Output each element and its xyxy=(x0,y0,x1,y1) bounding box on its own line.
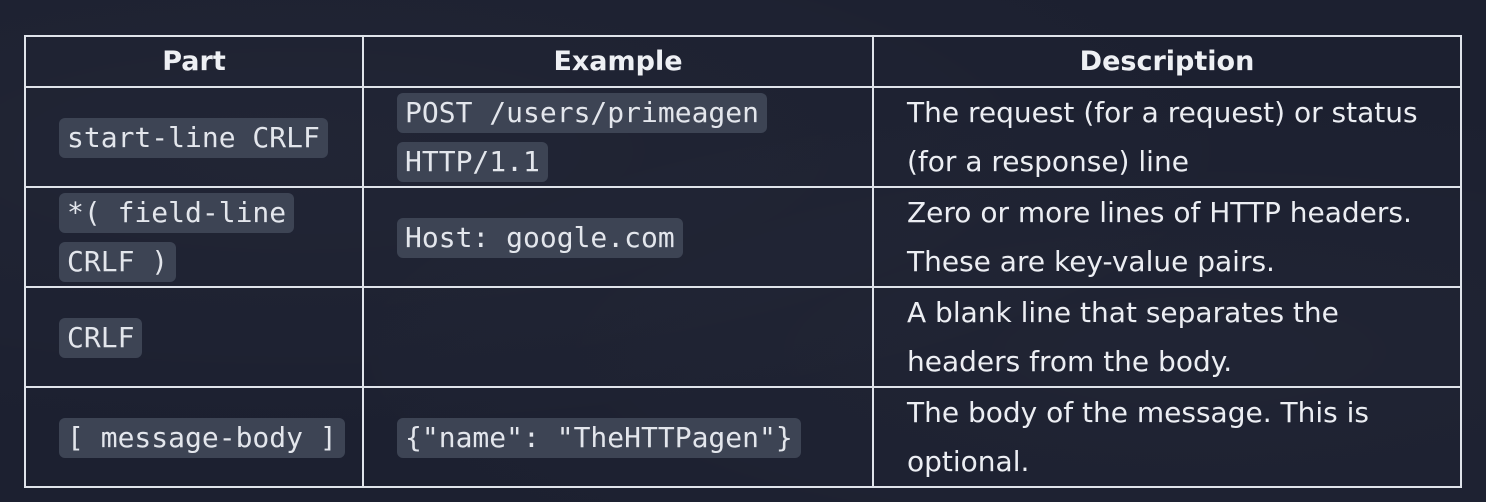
table-row: [ message-body ] {"name": "TheHTTPagen"}… xyxy=(24,386,1462,488)
part-code: *( field-line CRLF ) xyxy=(59,193,295,282)
description-cell: Zero or more lines of HTTP headers. Thes… xyxy=(872,186,1462,288)
example-cell xyxy=(362,286,874,388)
example-cell: {"name": "TheHTTPagen"} xyxy=(362,386,874,488)
http-message-table: Part Example Description start-line CRLF… xyxy=(24,35,1462,488)
example-cell: Host: google.com xyxy=(362,186,874,288)
description-text: A blank line that separates the headers … xyxy=(907,296,1339,378)
part-code: start-line CRLF xyxy=(59,117,328,158)
part-code: CRLF xyxy=(59,317,143,358)
description-cell: The request (for a request) or status (f… xyxy=(872,86,1462,188)
header-part: Part xyxy=(24,35,364,88)
description-text: The request (for a request) or status (f… xyxy=(907,96,1418,178)
part-cell: start-line CRLF xyxy=(24,86,364,188)
description-text: Zero or more lines of HTTP headers. Thes… xyxy=(907,196,1412,278)
part-cell: CRLF xyxy=(24,286,364,388)
table-row: *( field-line CRLF ) Host: google.com Ze… xyxy=(24,186,1462,288)
header-description: Description xyxy=(872,35,1462,88)
example-code: {"name": "TheHTTPagen"} xyxy=(397,417,801,458)
example-code: Host: google.com xyxy=(397,217,683,258)
table-row: CRLF A blank line that separates the hea… xyxy=(24,286,1462,388)
example-cell: POST /users/primeagen HTTP/1.1 xyxy=(362,86,874,188)
table-header-row: Part Example Description xyxy=(24,35,1462,88)
example-code: POST /users/primeagen HTTP/1.1 xyxy=(397,93,768,182)
part-cell: [ message-body ] xyxy=(24,386,364,488)
description-cell: A blank line that separates the headers … xyxy=(872,286,1462,388)
part-cell: *( field-line CRLF ) xyxy=(24,186,364,288)
table-row: start-line CRLF POST /users/primeagen HT… xyxy=(24,86,1462,188)
header-example: Example xyxy=(362,35,874,88)
description-text: The body of the message. This is optiona… xyxy=(907,396,1369,478)
description-cell: The body of the message. This is optiona… xyxy=(872,386,1462,488)
part-code: [ message-body ] xyxy=(59,417,345,458)
